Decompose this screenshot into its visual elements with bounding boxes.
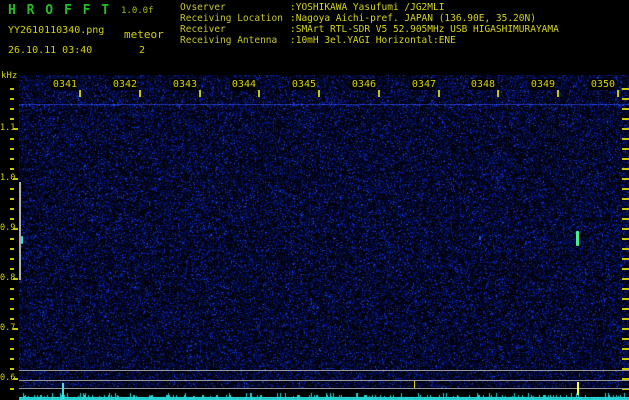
time-axis-tick bbox=[318, 90, 320, 97]
freq-minor-tick-left bbox=[10, 348, 14, 350]
freq-minor-tick-right bbox=[622, 88, 629, 90]
freq-minor-tick-right bbox=[622, 98, 629, 100]
freq-axis-label: 0.6 bbox=[0, 373, 16, 383]
freq-minor-tick-left bbox=[10, 248, 14, 250]
time-axis-label: 0342 bbox=[111, 79, 137, 90]
freq-minor-tick-left bbox=[10, 308, 14, 310]
freq-minor-tick-left bbox=[10, 158, 14, 160]
time-axis-label: 0345 bbox=[290, 79, 316, 90]
freq-minor-tick-right bbox=[622, 188, 629, 190]
freq-minor-tick-right bbox=[622, 238, 629, 240]
freq-axis-label: 0.7 bbox=[0, 323, 16, 333]
freq-axis-label: 1.0 bbox=[0, 173, 16, 183]
time-axis-label: 0349 bbox=[529, 79, 555, 90]
freq-minor-tick-right bbox=[622, 208, 629, 210]
freq-minor-tick-left bbox=[10, 88, 14, 90]
freq-axis-label: 0.9 bbox=[0, 223, 16, 233]
freq-axis-label: 0.8 bbox=[0, 273, 16, 283]
freq-minor-tick-right bbox=[622, 198, 629, 200]
freq-minor-tick-right bbox=[622, 308, 629, 310]
time-axis-tick bbox=[139, 90, 141, 97]
freq-axis-label-dash bbox=[13, 278, 18, 280]
freq-minor-tick-left bbox=[10, 98, 14, 100]
freq-minor-tick-right bbox=[622, 148, 629, 150]
freq-minor-tick-left bbox=[10, 108, 14, 110]
freq-minor-tick-left bbox=[10, 208, 14, 210]
freq-minor-tick-left bbox=[10, 148, 14, 150]
time-axis-tick bbox=[438, 90, 440, 97]
time-axis-tick bbox=[497, 90, 499, 97]
time-axis-tick bbox=[378, 90, 380, 97]
freq-minor-tick-right bbox=[622, 158, 629, 160]
freq-minor-tick-left bbox=[10, 388, 14, 390]
freq-minor-tick-right bbox=[622, 298, 629, 300]
long-echo-threshold-line bbox=[19, 370, 629, 371]
time-axis-tick bbox=[258, 90, 260, 97]
freq-minor-tick-right bbox=[622, 358, 629, 360]
time-axis-label: 0341 bbox=[51, 79, 77, 90]
time-axis-label: 0344 bbox=[230, 79, 256, 90]
freq-minor-tick-left bbox=[10, 288, 14, 290]
echo-marker-0349 bbox=[577, 382, 579, 395]
freq-axis-label-dash bbox=[13, 128, 18, 130]
hrofft-screen: H R O F F T 1.0.0f YY2610110340.png mete… bbox=[0, 0, 629, 400]
freq-minor-tick-left bbox=[10, 218, 14, 220]
freq-minor-tick-right bbox=[622, 178, 629, 180]
count-range-line bbox=[19, 182, 21, 280]
spectrogram-overlay: 1.1 1.0 0.9 0.8 0.7 0.6 0341 0342 0343 0344 0345 03… bbox=[0, 0, 629, 400]
freq-minor-tick-left bbox=[10, 258, 14, 260]
freq-minor-tick-left bbox=[10, 168, 14, 170]
freq-minor-tick-right bbox=[622, 168, 629, 170]
freq-minor-tick-left bbox=[10, 118, 14, 120]
freq-minor-tick-left bbox=[10, 318, 14, 320]
meteor-echo-0349 bbox=[576, 231, 579, 246]
freq-minor-tick-left bbox=[10, 298, 14, 300]
freq-minor-tick-right bbox=[622, 218, 629, 220]
freq-minor-tick-right bbox=[622, 138, 629, 140]
time-axis-tick bbox=[79, 90, 81, 97]
time-axis-tick bbox=[557, 90, 559, 97]
freq-minor-tick-left bbox=[10, 368, 14, 370]
freq-axis-label-dash bbox=[13, 328, 18, 330]
noise-floor-baseline bbox=[19, 397, 629, 398]
freq-minor-tick-left bbox=[10, 358, 14, 360]
freq-minor-tick-right bbox=[622, 278, 629, 280]
freq-minor-tick-right bbox=[622, 268, 629, 270]
freq-axis-label: 1.1 bbox=[0, 123, 16, 133]
freq-minor-tick-right bbox=[622, 328, 629, 330]
freq-minor-tick-right bbox=[622, 338, 629, 340]
time-axis-label: 0343 bbox=[171, 79, 197, 90]
freq-minor-tick-left bbox=[10, 198, 14, 200]
interference-line bbox=[19, 104, 629, 105]
time-axis-tick bbox=[617, 90, 619, 97]
freq-minor-tick-left bbox=[10, 238, 14, 240]
echo-marker-0346 bbox=[414, 381, 415, 388]
freq-minor-tick-right bbox=[622, 348, 629, 350]
time-axis-label: 0346 bbox=[350, 79, 376, 90]
freq-minor-tick-right bbox=[622, 118, 629, 120]
meteor-echo-0347 bbox=[479, 236, 481, 240]
freq-axis-label-dash bbox=[13, 378, 18, 380]
freq-axis-label-dash bbox=[13, 228, 18, 230]
freq-minor-tick-right bbox=[622, 108, 629, 110]
freq-minor-tick-left bbox=[10, 338, 14, 340]
time-axis-label: 0350 bbox=[589, 79, 615, 90]
meteor-echo-0340 bbox=[21, 236, 23, 244]
freq-minor-tick-right bbox=[622, 248, 629, 250]
long-echo-threshold-line bbox=[19, 380, 629, 381]
freq-minor-tick-right bbox=[622, 288, 629, 290]
freq-minor-tick-right bbox=[622, 318, 629, 320]
time-axis-label: 0348 bbox=[469, 79, 495, 90]
freq-minor-tick-right bbox=[622, 128, 629, 130]
long-echo-threshold-line bbox=[19, 388, 629, 389]
freq-axis-label-dash bbox=[13, 178, 18, 180]
time-axis-label: 0347 bbox=[410, 79, 436, 90]
freq-minor-tick-right bbox=[622, 228, 629, 230]
freq-minor-tick-left bbox=[10, 188, 14, 190]
freq-minor-tick-left bbox=[10, 268, 14, 270]
freq-minor-tick-right bbox=[622, 258, 629, 260]
noise-floor-spike bbox=[62, 383, 64, 399]
time-axis-tick bbox=[199, 90, 201, 97]
freq-minor-tick-left bbox=[10, 138, 14, 140]
